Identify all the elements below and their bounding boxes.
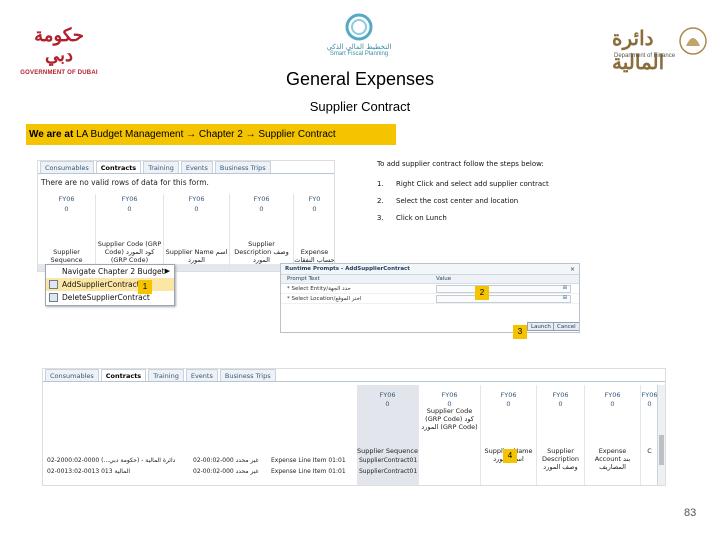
tab-training[interactable]: Training xyxy=(148,369,184,381)
breadcrumb-path: LA Budget Management → Chapter 2 → Suppl… xyxy=(76,129,336,140)
logo-right-english: Department of Finance xyxy=(614,53,676,59)
table-row[interactable]: 02-0013:02-0013 المالية 013 02-00:02-000… xyxy=(43,466,665,477)
tab-training[interactable]: Training xyxy=(143,161,179,173)
prompt-row-entity: * Select Entity/حدد الجهة ⊞ xyxy=(281,284,579,294)
logo-mid-arabic: التخطيط المالي الذكي xyxy=(326,43,392,51)
logo-mid-english: Smart Fiscal Planning xyxy=(329,51,389,57)
page-title: General Expenses xyxy=(285,69,435,89)
step-marker-3: 3 xyxy=(513,325,527,339)
no-data-message: There are no valid rows of data for this… xyxy=(41,178,209,187)
instruction-step: 2. Select the cost center and location xyxy=(377,197,519,205)
page-subtitle: Supplier Contract xyxy=(309,99,411,114)
member-selector-icon[interactable]: ⊞ xyxy=(563,285,567,291)
page-number: 83 xyxy=(684,507,697,519)
submenu-arrow-icon: ▶ xyxy=(164,267,170,275)
launch-button[interactable]: Launch xyxy=(527,322,555,331)
form-screenshot-after: Consumables Contracts Training Events Bu… xyxy=(42,368,666,486)
prompt-row-location: * Select Location/اختر الموقع ⊞ xyxy=(281,294,579,304)
tab-consumables[interactable]: Consumables xyxy=(40,161,94,173)
smart-fiscal-planning-logo: التخطيط المالي الذكي Smart Fiscal Planni… xyxy=(318,12,400,66)
scrollbar-thumb[interactable] xyxy=(659,435,664,465)
location-input[interactable] xyxy=(436,295,571,303)
slide: حكومة دبي GOVERNMENT OF DUBAI التخطيط ال… xyxy=(0,0,720,540)
step-marker-4: 4 xyxy=(503,449,517,463)
cancel-button[interactable]: Cancel xyxy=(553,322,579,331)
falcon-seal-icon xyxy=(679,27,707,55)
form-icon xyxy=(49,280,58,289)
instructions-intro: To add supplier contract follow the step… xyxy=(377,160,544,168)
step-marker-1: 1 xyxy=(138,280,152,294)
grid-column[interactable]: FY06 0 Supplier Sequence xyxy=(38,194,96,271)
grid-column[interactable]: FY0 0 Expense حساب النفقات xyxy=(294,194,334,271)
tab-contracts[interactable]: Contracts xyxy=(95,161,142,173)
government-of-dubai-logo: حكومة دبي GOVERNMENT OF DUBAI xyxy=(18,25,100,77)
data-rows: 02-2000:02-0000 دائرة المالية - (حكومة د… xyxy=(43,455,665,477)
ring-logo-icon xyxy=(345,13,373,41)
form-screenshot-before: Consumables Contracts Training Events Bu… xyxy=(37,160,335,272)
tab-business-trips[interactable]: Business Trips xyxy=(219,369,276,381)
department-of-finance-logo: دائرة المالية Department of Finance xyxy=(612,26,708,74)
instructions: To add supplier contract follow the step… xyxy=(377,160,617,231)
tab-consumables[interactable]: Consumables xyxy=(45,369,99,381)
menu-item-navigate-chapter-2[interactable]: Navigate Chapter 2 Budget ▶ xyxy=(46,265,174,278)
tab-business-trips[interactable]: Business Trips xyxy=(214,161,271,173)
instruction-step: 3. Click on Lunch xyxy=(377,214,447,222)
step-marker-2: 2 xyxy=(475,286,489,300)
grid-column[interactable]: FY06 0 Supplier Description وصف المورد xyxy=(230,194,294,271)
form-icon xyxy=(49,293,58,302)
form-tabs: Consumables Contracts Training Events Bu… xyxy=(38,161,334,174)
tab-contracts[interactable]: Contracts xyxy=(100,369,147,381)
logo-left-arabic: حكومة دبي xyxy=(34,25,84,66)
table-row[interactable]: 02-2000:02-0000 دائرة المالية - (حكومة د… xyxy=(43,455,665,466)
grid-column[interactable]: FY06 0 Supplier Name اسم المورد xyxy=(164,194,230,271)
tab-events[interactable]: Events xyxy=(180,161,213,173)
entity-input[interactable] xyxy=(436,285,571,293)
menu-item-add-supplier-contract[interactable]: AddSupplierContract xyxy=(46,278,174,291)
breadcrumb: We are at LA Budget Management → Chapter… xyxy=(26,124,396,145)
form-tabs: Consumables Contracts Training Events Bu… xyxy=(43,369,665,382)
menu-item-delete-supplier-contract[interactable]: DeleteSupplierContract xyxy=(46,291,174,304)
runtime-prompts-dialog: Runtime Prompts - AddSupplierContract × … xyxy=(280,263,580,333)
grid-column[interactable]: FY06 0 Supplier Code (GRP Code) كود المو… xyxy=(96,194,164,271)
instruction-step: 1. Right Click and select add supplier c… xyxy=(377,180,549,188)
dialog-header: Prompt Text Value xyxy=(281,275,579,284)
dialog-title: Runtime Prompts - AddSupplierContract × xyxy=(281,264,579,275)
member-selector-icon[interactable]: ⊞ xyxy=(563,295,567,301)
tab-events[interactable]: Events xyxy=(185,369,218,381)
breadcrumb-lead: We are at xyxy=(29,129,74,140)
close-icon[interactable]: × xyxy=(570,264,575,275)
vertical-scrollbar[interactable] xyxy=(657,385,665,485)
form-grid: FY06 0 Supplier Sequence FY06 0 Supplier… xyxy=(38,194,334,271)
context-menu: Navigate Chapter 2 Budget ▶ AddSupplierC… xyxy=(45,264,175,306)
